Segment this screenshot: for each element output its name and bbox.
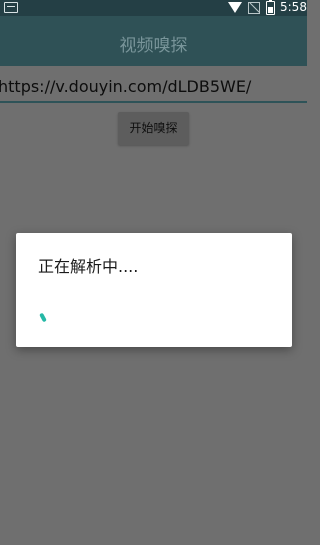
wifi-icon	[228, 2, 242, 13]
loading-dialog: 正在解析中....	[16, 233, 292, 347]
page-title: 视频嗅探	[119, 36, 188, 56]
status-time: 5:58	[280, 0, 307, 14]
no-signal-icon	[248, 2, 260, 14]
keyboard-icon	[4, 2, 18, 13]
battery-icon	[266, 0, 275, 15]
url-input[interactable]: https://v.douyin.com/dLDB5WE/	[0, 73, 307, 103]
status-bar: 5:58	[0, 0, 307, 16]
dialog-message: 正在解析中....	[38, 257, 139, 276]
app-bar: 视频嗅探	[0, 16, 307, 66]
loading-spinner-icon	[39, 312, 48, 323]
start-sniff-button[interactable]: 开始嗅探	[118, 112, 189, 145]
